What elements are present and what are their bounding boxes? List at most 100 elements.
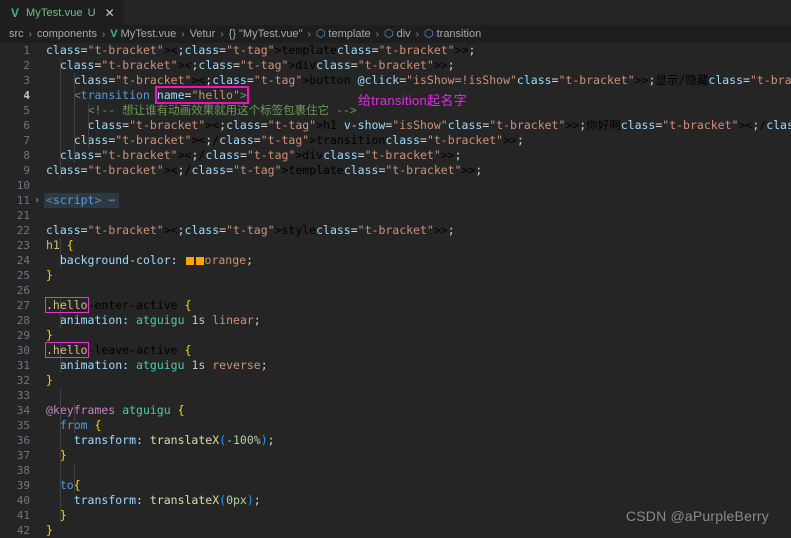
indent-guide xyxy=(73,73,75,163)
code-line[interactable]: 29} xyxy=(0,328,791,343)
code-line[interactable]: 36 transform: translateX(-100%); xyxy=(0,433,791,448)
code-line[interactable]: 31 animation: atguigu 1s reverse; xyxy=(0,358,791,373)
code-lines-container: 1 class="t-bracket"><;class="t-tag">templ… xyxy=(0,43,791,538)
code-text: to{ xyxy=(59,478,81,492)
code-line[interactable]: 11 › <script> ⋯ xyxy=(0,193,791,208)
line-number: 36 xyxy=(16,434,30,447)
breadcrumb-item-components[interactable]: components xyxy=(37,28,97,40)
line-number: 28 xyxy=(16,314,30,327)
code-text: background-color: orange; xyxy=(59,253,253,267)
code-line[interactable]: 25} xyxy=(0,268,791,283)
code-line[interactable]: 10 xyxy=(0,178,791,193)
indent-guide xyxy=(87,103,89,148)
code-line[interactable]: 24 background-color: orange; xyxy=(0,253,791,268)
code-line[interactable]: 40 transform: translateX(0px); xyxy=(0,493,791,508)
breadcrumb-label: MyTest.vue xyxy=(120,28,177,40)
breadcrumb-item-src[interactable]: src xyxy=(9,28,24,40)
code-line[interactable]: 33 xyxy=(0,388,791,403)
close-icon[interactable]: ✕ xyxy=(103,7,117,19)
code-line[interactable]: 26 xyxy=(0,283,791,298)
line-number: 30 xyxy=(16,344,30,357)
breadcrumb-item-div[interactable]: ⬡ div xyxy=(384,28,411,40)
line-number: 32 xyxy=(16,374,30,387)
line-number: 9 xyxy=(23,164,30,177)
code-text: class="t-bracket"><;class="t-tag">templa… xyxy=(46,43,476,57)
line-number: 25 xyxy=(16,269,30,282)
editor-tab-bar: V MyTest.vue U ✕ xyxy=(0,0,791,25)
code-text: class="t-bracket"><;/class="t-tag">trans… xyxy=(73,133,524,147)
line-number: 29 xyxy=(16,329,30,342)
line-number: 1 xyxy=(23,44,30,57)
code-line[interactable]: 42} xyxy=(0,523,791,538)
line-number: 21 xyxy=(16,209,30,222)
line-number: 8 xyxy=(23,149,30,162)
code-line[interactable]: 35 from { xyxy=(0,418,791,433)
code-line[interactable]: 2 class="t-bracket"><;class="t-tag">divc… xyxy=(0,58,791,73)
code-line[interactable]: 34 @keyframes atguigu { xyxy=(0,403,791,418)
line-number: 37 xyxy=(16,449,30,462)
code-line[interactable]: 9 class="t-bracket"><;/class="t-tag">temp… xyxy=(0,163,791,178)
breadcrumb-label: "MyTest.vue" xyxy=(239,28,303,40)
code-line[interactable]: 8 class="t-bracket"><;/class="t-tag">div… xyxy=(0,148,791,163)
tab-label: MyTest.vue xyxy=(26,6,83,19)
code-text: <!-- 想让谁有动画效果就用这个标签包裹住它 --> xyxy=(87,103,357,117)
code-line[interactable]: 37 } xyxy=(0,448,791,463)
line-number: 26 xyxy=(16,284,30,297)
line-number: 31 xyxy=(16,359,30,372)
line-number: 27 xyxy=(16,299,30,312)
code-line[interactable]: 32} xyxy=(0,373,791,388)
code-line[interactable]: 30 .hello-leave-active { xyxy=(0,342,791,358)
code-line[interactable]: 1 class="t-bracket"><;class="t-tag">templ… xyxy=(0,43,791,58)
code-text: class="t-bracket"><;/class="t-tag">divcl… xyxy=(59,148,462,162)
code-text: } xyxy=(46,268,53,282)
breadcrumb-label: src xyxy=(9,28,24,40)
breadcrumb-item-transition[interactable]: ⬡ transition xyxy=(424,28,481,40)
code-line[interactable]: 28 animation: atguigu 1s linear; xyxy=(0,313,791,328)
code-line[interactable]: 21 xyxy=(0,208,791,223)
code-text: @keyframes atguigu { xyxy=(46,403,185,417)
code-line[interactable]: 39 to{ xyxy=(0,478,791,493)
code-text: class="t-bracket"><;/class="t-tag">templ… xyxy=(46,163,483,177)
line-number: 4 xyxy=(23,89,30,102)
highlight-box-hello: .hello xyxy=(45,297,89,313)
breadcrumb-item-mytest-vue-symbol[interactable]: {} "MyTest.vue" xyxy=(229,28,303,40)
breadcrumb-label: Vetur xyxy=(189,28,216,40)
code-text: class="t-bracket"><;class="t-tag">button… xyxy=(73,73,791,87)
line-number: 10 xyxy=(16,179,30,192)
line-number: 35 xyxy=(16,419,30,432)
braces-icon: {} xyxy=(228,28,237,40)
code-text: .hello-leave-active { xyxy=(45,342,192,358)
line-number: 33 xyxy=(16,389,30,402)
breadcrumb-item-mytest-vue[interactable]: V MyTest.vue xyxy=(110,28,176,40)
code-text: animation: atguigu 1s linear; xyxy=(59,313,261,327)
breadcrumb-item-template[interactable]: ⬡ template xyxy=(316,28,371,40)
code-line[interactable]: 23 h1 { xyxy=(0,238,791,253)
code-text: } xyxy=(46,328,53,342)
code-line[interactable]: 27 .hello-enter-active { xyxy=(0,297,791,313)
breadcrumb-separator-icon: › xyxy=(415,28,419,40)
breadcrumb-label: div xyxy=(396,28,411,40)
code-line[interactable]: 38 xyxy=(0,463,791,478)
fold-chevron-icon[interactable]: › xyxy=(30,193,44,208)
code-line[interactable]: 7 class="t-bracket"><;/class="t-tag">tra… xyxy=(0,133,791,148)
watermark: CSDN @aPurpleBerry xyxy=(625,508,769,524)
cube-symbol-icon: ⬡ xyxy=(315,27,326,40)
code-text: } xyxy=(46,373,53,387)
breadcrumb-separator-icon: › xyxy=(28,28,33,40)
code-editor[interactable]: 1 class="t-bracket"><;class="t-tag">templ… xyxy=(0,43,791,538)
indent-guide xyxy=(73,403,75,433)
breadcrumb-label: components xyxy=(37,28,97,40)
code-line[interactable]: 22 class="t-bracket"><;class="t-tag">styl… xyxy=(0,223,791,238)
code-text: .hello-enter-active { xyxy=(45,297,192,313)
highlight-box-name-attr: name="hello"> xyxy=(154,86,249,104)
breadcrumb-item-vetur[interactable]: Vetur xyxy=(190,28,216,40)
indent-guide xyxy=(59,238,61,268)
line-number: 24 xyxy=(16,254,30,267)
line-number: 38 xyxy=(16,464,30,477)
code-line[interactable]: 6 class="t-bracket"><;class="t-tag">h1 v… xyxy=(0,118,791,133)
editor-tab-mytest-vue[interactable]: V MyTest.vue U ✕ xyxy=(0,0,125,25)
code-line[interactable]: 3 class="t-bracket"><;class="t-tag">butt… xyxy=(0,73,791,88)
cube-symbol-icon: ⬡ xyxy=(423,27,434,40)
line-number: 11 xyxy=(16,194,30,207)
line-number: 42 xyxy=(16,524,30,537)
